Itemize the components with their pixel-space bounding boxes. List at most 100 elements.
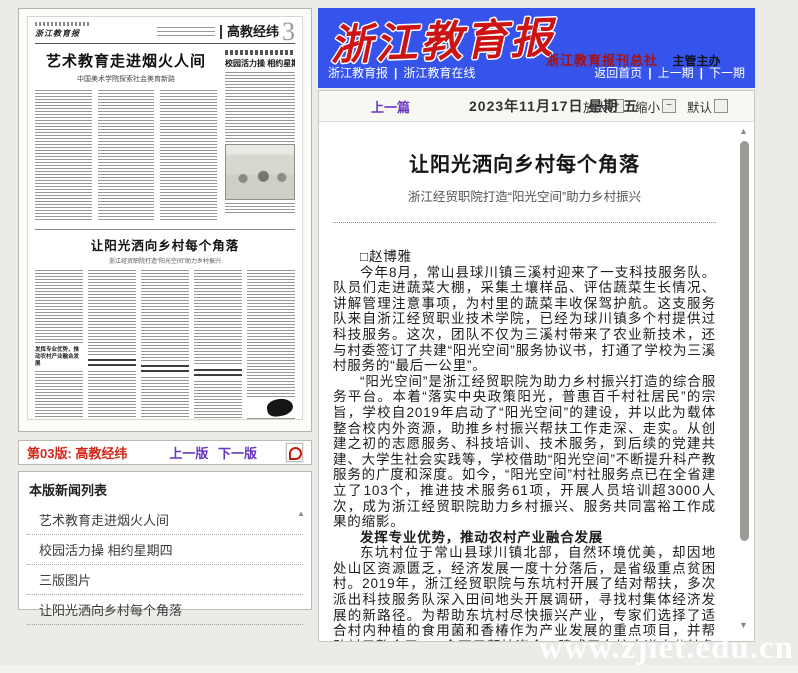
text-block bbox=[141, 377, 189, 420]
link-next-issue[interactable]: 下一期 bbox=[709, 66, 745, 80]
text-block bbox=[88, 270, 136, 356]
text-column bbox=[225, 72, 295, 144]
newspaper-header-left: 浙江教育报 bbox=[35, 22, 91, 39]
scrollbar-thumb[interactable] bbox=[740, 141, 749, 541]
edition-bar: 第03版: 高教经纬 上一版 下一版 bbox=[18, 440, 312, 465]
scroll-down-icon[interactable]: ▼ bbox=[739, 620, 748, 630]
newspaper-section-label: 高教经纬3 bbox=[220, 25, 295, 39]
section-divider bbox=[35, 229, 295, 230]
prev-edition-link[interactable]: 上一版 bbox=[169, 446, 208, 461]
prev-article-link[interactable]: 上一篇 bbox=[371, 97, 410, 116]
article-text: □赵博雅 今年8月，常山县球川镇三溪村迎来了一支科技服务队。队员们走进蔬菜大棚，… bbox=[333, 249, 716, 641]
newspaper-page-preview[interactable]: 浙江教育报 高教经纬3 艺术教育走进烟火人间 中国美术学院探索社会美育新路 bbox=[27, 16, 303, 420]
text-column bbox=[98, 90, 155, 222]
article-author: □赵博雅 bbox=[333, 249, 716, 265]
newspaper-header-right: 高教经纬3 bbox=[157, 25, 295, 39]
text-column bbox=[88, 270, 136, 420]
text-column bbox=[160, 90, 217, 222]
bottom-article-columns: 发挥专业优势，推动农村产业融合发展 bbox=[35, 270, 295, 420]
newspaper-contact-lines bbox=[157, 27, 215, 39]
text-column bbox=[141, 270, 189, 420]
scroll-up-icon[interactable]: ▲ bbox=[297, 509, 305, 518]
news-list-panel: 本版新闻列表 ▲ 艺术教育走进烟火人间 校园活力操 相约星期四 三版图片 让阳光… bbox=[18, 471, 312, 610]
pdf-icon-swirl bbox=[289, 447, 302, 460]
link-zhejiang-education-online[interactable]: 浙江教育在线 bbox=[403, 66, 475, 80]
separator: | bbox=[648, 66, 651, 80]
newspaper-header: 浙江教育报 高教经纬3 bbox=[35, 22, 295, 39]
news-list-item[interactable]: 三版图片 bbox=[27, 565, 303, 595]
top-section: 艺术教育走进烟火人间 中国美术学院探索社会美育新路 校园活力操 相约星期四 bbox=[35, 50, 295, 222]
top-article-subtitle: 中国美术学院探索社会美育新路 bbox=[35, 74, 217, 84]
edition-nav: 上一版 下一版 bbox=[169, 443, 263, 462]
page-root: 浙江教育报 高教经纬3 艺术教育走进烟火人间 中国美术学院探索社会美育新路 bbox=[0, 0, 798, 673]
text-block bbox=[88, 371, 136, 420]
edition-label: 第03版: 高教经纬 bbox=[27, 443, 127, 462]
separator: | bbox=[394, 66, 397, 80]
article-paragraph: 东坑村位于常山县球川镇北部，自然环境优美，却因地处山区资源匮乏，经济发展一度十分… bbox=[333, 545, 716, 641]
footer-band bbox=[0, 665, 798, 673]
text-block bbox=[247, 418, 295, 420]
text-column bbox=[194, 270, 242, 420]
text-column: 发挥专业优势，推动农村产业融合发展 bbox=[35, 270, 83, 420]
news-list-item[interactable]: 艺术教育走进烟火人间 bbox=[27, 505, 303, 535]
article-title: 让阳光洒向乡村每个角落 bbox=[333, 148, 716, 177]
greenhouse-photo bbox=[225, 144, 295, 200]
article-subtitle: 浙江经贸职院打造“阳光空间”助力乡村振兴 bbox=[333, 186, 716, 205]
text-block bbox=[247, 270, 295, 397]
article-paragraph: “阳光空间”是浙江经贸职院为助力乡村振兴打造的综合服务平台。本着“落实中央政策阳… bbox=[333, 374, 716, 530]
banner-links-row: 浙江教育报 | 浙江教育在线 返回首页 | 上一期 | 下一期 bbox=[318, 64, 755, 81]
link-prev-issue[interactable]: 上一期 bbox=[658, 66, 694, 80]
bottom-article-headline: 让阳光洒向乡村每个角落 bbox=[35, 235, 295, 254]
photo-caption bbox=[225, 203, 295, 213]
text-block bbox=[194, 381, 242, 420]
site-links: 浙江教育报 | 浙江教育在线 bbox=[328, 64, 475, 81]
column-subhead-lines bbox=[194, 369, 242, 378]
newspaper-page-number: 3 bbox=[282, 17, 295, 46]
news-list: ▲ 艺术教育走进烟火人间 校园活力操 相约星期四 三版图片 让阳光洒向乡村每个角… bbox=[27, 505, 303, 625]
text-column bbox=[35, 90, 92, 222]
reader-toolbar: 上一篇 2023年11月17日 星期 五 放大+ 缩小− 默认 bbox=[319, 91, 754, 122]
separator: | bbox=[700, 66, 703, 80]
news-list-item[interactable]: 让阳光洒向乡村每个角落 bbox=[27, 595, 303, 625]
article-panel: 上一篇 2023年11月17日 星期 五 放大+ 缩小− 默认 让阳光洒向乡村每… bbox=[318, 90, 755, 642]
text-block bbox=[35, 371, 83, 420]
article-paragraph: 今年8月，常山县球川镇三溪村迎来了一支科技服务队。队员们走进蔬菜大棚，采集土壤样… bbox=[333, 265, 716, 374]
side-article[interactable]: 校园活力操 相约星期四 bbox=[225, 50, 295, 222]
side-article-kicker bbox=[225, 50, 295, 55]
bottom-article-subtitle: 浙江经贸职院打造“阳光空间”助力乡村振兴 bbox=[35, 256, 295, 265]
site-watermark: www.zjiet.edu.cn bbox=[539, 630, 794, 667]
column-subhead: 发挥专业优势，推动农村产业融合发展 bbox=[35, 347, 83, 368]
newspaper-date-line bbox=[35, 22, 91, 26]
site-banner: 浙江教育报 浙江教育报刊总社 主管主办 浙江教育报|浙江教育在线 返回首页|上一… bbox=[318, 8, 755, 88]
top-article[interactable]: 艺术教育走进烟火人间 中国美术学院探索社会美育新路 bbox=[35, 50, 217, 222]
text-column bbox=[247, 270, 295, 420]
column-subhead-lines bbox=[141, 365, 189, 374]
dotted-separator bbox=[333, 222, 716, 223]
text-block bbox=[194, 270, 242, 366]
next-edition-link[interactable]: 下一版 bbox=[218, 446, 257, 461]
article-scrollbar[interactable]: ▲ ▼ bbox=[736, 122, 753, 640]
zoom-out-icon[interactable]: − bbox=[662, 99, 676, 113]
article-body: 让阳光洒向乡村每个角落 浙江经贸职院打造“阳光空间”助力乡村振兴 □赵博雅 今年… bbox=[333, 122, 716, 641]
newspaper-thumbnail-frame: 浙江教育报 高教经纬3 艺术教育走进烟火人间 中国美术学院探索社会美育新路 bbox=[18, 8, 312, 432]
top-article-columns bbox=[35, 90, 217, 222]
newspaper-masthead: 浙江教育报 bbox=[35, 28, 91, 39]
issue-date: 2023年11月17日 星期 五 bbox=[469, 96, 638, 116]
reset-box-icon[interactable] bbox=[714, 99, 728, 113]
text-block bbox=[141, 270, 189, 362]
bottom-article[interactable]: 让阳光洒向乡村每个角落 浙江经贸职院打造“阳光空间”助力乡村振兴 发挥专业优势，… bbox=[35, 235, 295, 420]
ink-stamp-graphic bbox=[266, 397, 295, 418]
link-zhejiang-education-news[interactable]: 浙江教育报 bbox=[328, 66, 388, 80]
link-home[interactable]: 返回首页 bbox=[594, 66, 642, 80]
top-article-headline: 艺术教育走进烟火人间 bbox=[35, 50, 217, 71]
pdf-icon[interactable] bbox=[286, 443, 303, 462]
news-list-title: 本版新闻列表 bbox=[19, 472, 311, 505]
article-section-heading: 发挥专业优势，推动农村产业融合发展 bbox=[333, 530, 716, 546]
side-article-headline: 校园活力操 相约星期四 bbox=[225, 58, 295, 69]
header-rule bbox=[35, 43, 295, 44]
text-block bbox=[35, 270, 83, 344]
news-list-item[interactable]: 校园活力操 相约星期四 bbox=[27, 535, 303, 565]
scroll-up-icon[interactable]: ▲ bbox=[739, 126, 748, 136]
zoom-out-label: 缩小 bbox=[635, 97, 660, 116]
issue-nav-links: 返回首页 | 上一期 | 下一期 bbox=[594, 64, 745, 81]
